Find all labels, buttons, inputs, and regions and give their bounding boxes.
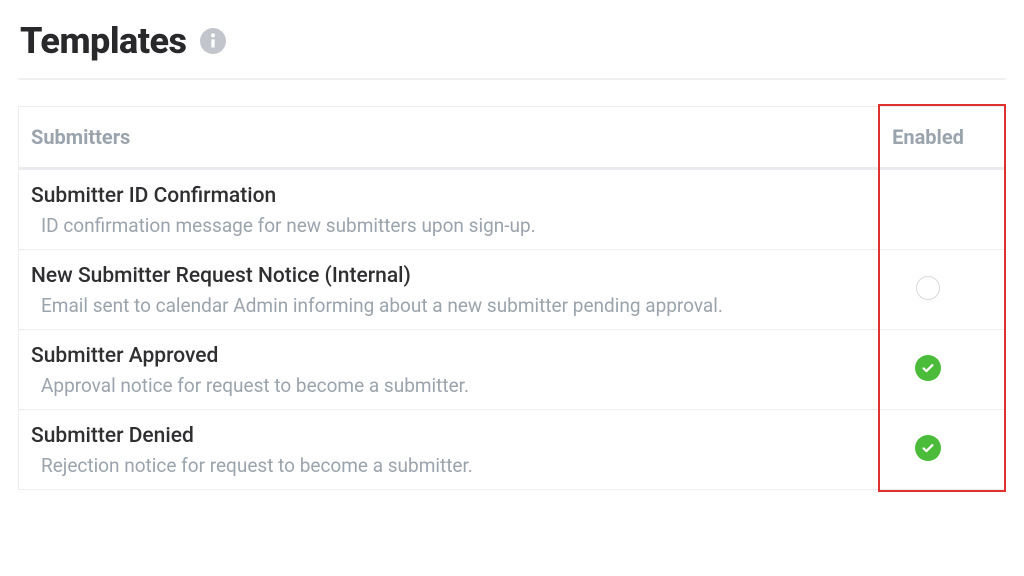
- divider: [18, 78, 1006, 80]
- page-title: Templates: [20, 20, 187, 62]
- row-main: Submitter ID Confirmation ID confirmation…: [31, 184, 863, 237]
- template-title: New Submitter Request Notice (Internal): [31, 264, 855, 288]
- table-row[interactable]: Submitter Denied Rejection notice for req…: [19, 410, 1005, 490]
- template-description: ID confirmation message for new submitte…: [31, 214, 855, 237]
- info-icon[interactable]: [199, 27, 227, 55]
- template-description: Rejection notice for request to become a…: [31, 454, 855, 477]
- enabled-cell: [863, 344, 993, 392]
- row-main: Submitter Approved Approval notice for re…: [31, 344, 863, 397]
- template-title: Submitter Denied: [31, 424, 855, 448]
- template-description: Email sent to calendar Admin informing a…: [31, 294, 855, 317]
- template-description: Approval notice for request to become a …: [31, 374, 855, 397]
- template-title: Submitter Approved: [31, 344, 855, 368]
- enabled-cell: [863, 424, 993, 472]
- table-row[interactable]: Submitter ID Confirmation ID confirmation…: [19, 170, 1005, 250]
- enabled-cell: [863, 184, 993, 232]
- checkmark-icon[interactable]: [915, 435, 941, 461]
- column-header-enabled: Enabled: [863, 125, 993, 149]
- enabled-cell: [863, 264, 993, 312]
- table-row[interactable]: New Submitter Request Notice (Internal) E…: [19, 250, 1005, 330]
- row-main: Submitter Denied Rejection notice for req…: [31, 424, 863, 477]
- page-header: Templates: [18, 20, 1006, 62]
- column-header-submitters: Submitters: [31, 125, 863, 149]
- templates-table: Submitters Enabled Submitter ID Confirma…: [18, 106, 1006, 490]
- table-row[interactable]: Submitter Approved Approval notice for re…: [19, 330, 1005, 410]
- empty-status-icon[interactable]: [916, 276, 940, 300]
- row-main: New Submitter Request Notice (Internal) E…: [31, 264, 863, 317]
- template-title: Submitter ID Confirmation: [31, 184, 855, 208]
- checkmark-icon[interactable]: [915, 355, 941, 381]
